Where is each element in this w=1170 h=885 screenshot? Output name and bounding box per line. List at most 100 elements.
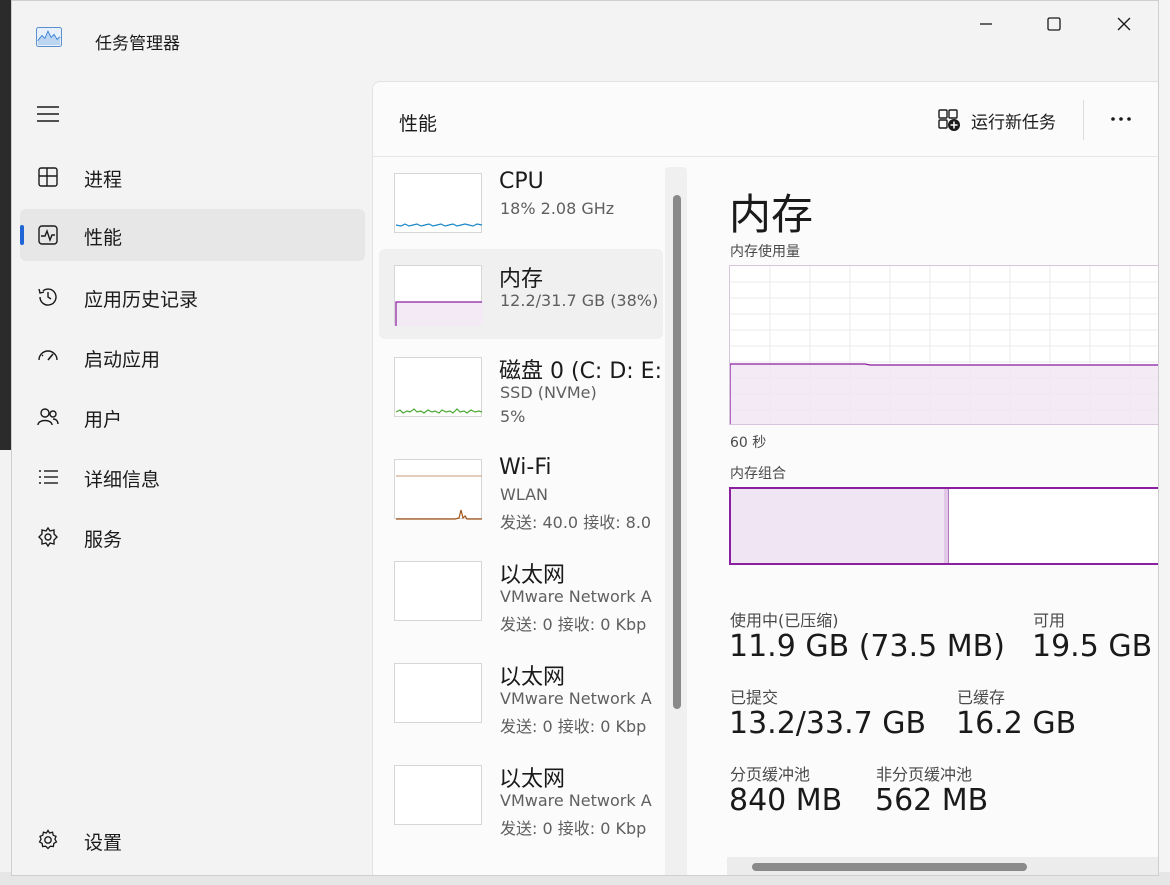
device-detail: 5% (500, 407, 526, 426)
cached-label: 已缓存 (957, 688, 1006, 707)
device-detail: 发送: 0 接收: 0 Kbp (500, 819, 647, 838)
ethernet-thumbnail-graph (394, 765, 482, 825)
composition-in-use-segment (731, 489, 945, 563)
paged-pool-value: 840 MB (729, 783, 843, 818)
run-new-task-icon[interactable] (936, 107, 962, 133)
settings-label: 设置 (84, 832, 123, 854)
device-item-cpu[interactable]: CPU 18% 2.08 GHz (379, 157, 663, 247)
active-indicator (20, 225, 24, 245)
device-detail: 18% 2.08 GHz (500, 199, 615, 218)
details-icon (39, 470, 58, 484)
sidebar-item-settings[interactable]: 设置 (20, 814, 365, 866)
device-item-ethernet[interactable]: 以太网 VMware Network A 发送: 0 接收: 0 Kbp (379, 647, 663, 737)
ethernet-thumbnail-graph (394, 663, 482, 723)
device-detail: VMware Network A (500, 689, 652, 708)
scrollbar-thumb[interactable] (752, 863, 1027, 871)
detail-horizontal-scrollbar[interactable] (727, 857, 1158, 875)
device-name: 以太网 (499, 665, 566, 690)
sidebar-item-details[interactable]: 详细信息 (20, 451, 365, 503)
committed-label: 已提交 (730, 688, 779, 707)
ethernet-thumbnail-graph (394, 561, 482, 621)
device-list-scrollbar[interactable] (665, 167, 687, 875)
device-name: Wi-Fi (499, 455, 552, 480)
close-icon (1117, 17, 1131, 31)
device-detail: 发送: 40.0 接收: 8.0 (500, 513, 652, 532)
header-separator (1083, 100, 1084, 140)
device-item-ethernet[interactable]: 以太网 VMware Network A 发送: 0 接收: 0 Kbp (379, 545, 663, 635)
cpu-thumbnail-graph (394, 173, 483, 233)
more-options-icon[interactable] (1103, 104, 1139, 134)
desktop-background-right (1158, 0, 1170, 885)
main-panel: 性能 运行新任务 CPU 18% 2.08 GHz 内存 12.2/31.7 G… (372, 81, 1158, 875)
hamburger-menu-icon[interactable] (36, 104, 60, 124)
device-name: 内存 (499, 267, 544, 292)
sidebar-item-label: 服务 (84, 529, 123, 551)
device-item-wifi[interactable]: Wi-Fi WLAN 发送: 40.0 接收: 8.0 (379, 443, 663, 533)
services-icon (38, 526, 58, 548)
sidebar-item-processes[interactable]: 进程 (20, 151, 365, 203)
device-item-ethernet[interactable]: 以太网 VMware Network A 发送: 0 接收: 0 Kbp (379, 749, 663, 839)
sidebar-item-label: 进程 (84, 169, 123, 191)
nonpaged-pool-label: 非分页缓冲池 (876, 765, 973, 784)
device-detail: 12.2/31.7 GB (38%) (500, 291, 659, 310)
memory-thumbnail-graph (394, 265, 483, 326)
memory-composition-bar (729, 487, 1158, 565)
composition-modified-segment (944, 489, 949, 563)
run-new-task-button[interactable]: 运行新任务 (971, 108, 1056, 133)
memory-usage-graph (729, 265, 1158, 425)
startup-icon (38, 350, 58, 361)
sidebar-item-label: 启动应用 (84, 349, 161, 371)
detail-title: 内存 (729, 190, 814, 239)
memory-composition-label: 内存组合 (730, 466, 786, 482)
page-title: 性能 (399, 113, 438, 135)
device-item-disk[interactable]: 磁盘 0 (C: D: E: SSD (NVMe) 5% (379, 341, 663, 431)
memory-usage-label: 内存使用量 (730, 244, 800, 260)
sidebar-item-app-history[interactable]: 应用历史记录 (20, 271, 365, 323)
history-icon (38, 288, 57, 306)
maximize-button[interactable] (1028, 9, 1080, 39)
performance-icon (38, 225, 58, 245)
gear-icon (38, 829, 58, 850)
device-detail: 发送: 0 接收: 0 Kbp (500, 615, 647, 634)
sidebar-item-label: 应用历史记录 (84, 289, 199, 311)
wifi-thumbnail-graph (394, 459, 482, 520)
device-detail: VMware Network A (500, 791, 652, 810)
device-name: 以太网 (499, 767, 566, 792)
device-detail: SSD (NVMe) (500, 383, 597, 402)
in-use-label: 使用中(已压缩) (730, 611, 839, 630)
scrollbar-thumb[interactable] (673, 195, 681, 709)
close-button[interactable] (1098, 9, 1150, 39)
minimize-icon (980, 23, 992, 25)
nonpaged-pool-value: 562 MB (875, 783, 989, 818)
memory-detail-pane: 内存 内存使用量 60 秒 内存组合 使用中(已压缩) 11.9 GB (73.… (691, 157, 1158, 875)
committed-value: 13.2/33.7 GB (729, 706, 927, 741)
users-icon (37, 408, 59, 426)
cached-value: 16.2 GB (956, 706, 1077, 741)
device-detail: VMware Network A (500, 587, 652, 606)
time-axis-label: 60 秒 (730, 435, 767, 451)
sidebar-item-services[interactable]: 服务 (20, 511, 365, 563)
minimize-button[interactable] (960, 9, 1012, 39)
device-name: 以太网 (499, 563, 566, 588)
device-list: CPU 18% 2.08 GHz 内存 12.2/31.7 GB (38%) 磁… (373, 157, 689, 875)
maximize-icon (1047, 17, 1061, 31)
sidebar-item-users[interactable]: 用户 (20, 391, 365, 443)
available-value: 19.5 GB (1032, 629, 1153, 664)
in-use-value: 11.9 GB (73.5 MB) (729, 629, 1005, 664)
sidebar-item-label: 性能 (84, 227, 123, 249)
performance-chart-icon (36, 27, 62, 47)
title-bar[interactable]: 任务管理器 (12, 1, 1158, 73)
sidebar-item-performance[interactable]: 性能 (20, 209, 365, 261)
device-item-memory[interactable]: 内存 12.2/31.7 GB (38%) (379, 249, 663, 339)
available-label: 可用 (1033, 611, 1066, 630)
main-header: 性能 运行新任务 (373, 82, 1158, 157)
sidebar-item-startup-apps[interactable]: 启动应用 (20, 331, 365, 383)
device-detail: WLAN (500, 485, 549, 504)
paged-pool-label: 分页缓冲池 (730, 765, 811, 784)
device-detail: 发送: 0 接收: 0 Kbp (500, 717, 647, 736)
device-name: CPU (499, 169, 544, 194)
device-name: 磁盘 0 (C: D: E: (499, 359, 662, 384)
processes-icon (38, 167, 58, 187)
sidebar-item-label: 用户 (84, 409, 123, 431)
sidebar-item-label: 详细信息 (84, 469, 161, 491)
